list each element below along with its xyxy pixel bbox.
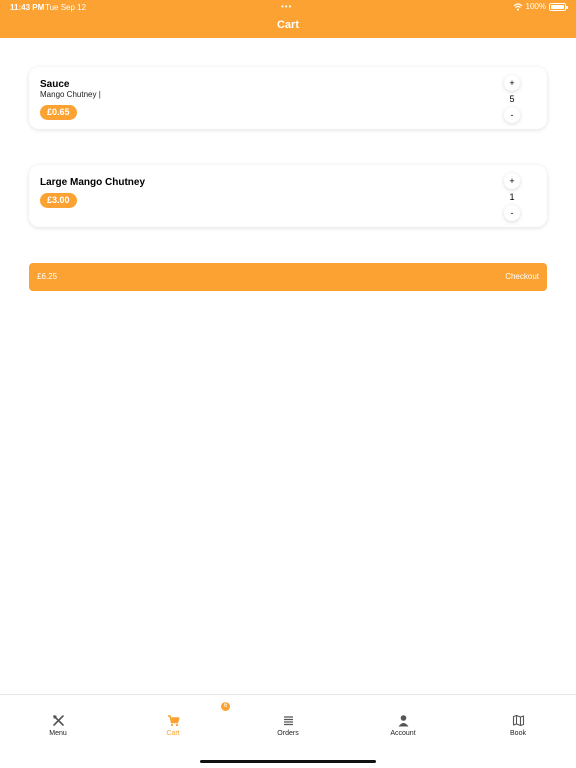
quantity-stepper: + 1 - <box>502 173 522 221</box>
cart-item-card: Large Mango Chutney £3.00 + 1 - <box>29 165 547 227</box>
cart-item-price: £0.65 <box>40 105 77 120</box>
tab-cart[interactable]: Cart <box>143 714 203 737</box>
tab-orders[interactable]: Orders <box>258 714 318 737</box>
tab-label: Cart <box>166 730 180 737</box>
top-header: 11:43 PM Tue Sep 12 ••• 100% Cart <box>0 0 576 38</box>
checkout-label: Checkout <box>505 272 539 281</box>
multitasking-dots[interactable]: ••• <box>281 2 292 11</box>
list-icon <box>283 716 293 726</box>
checkout-button[interactable]: £6.25 Checkout <box>29 263 547 291</box>
utensils-icon <box>52 715 64 726</box>
cart-item-name: Large Mango Chutney <box>40 177 146 188</box>
status-indicators: 100% <box>513 2 568 11</box>
decrease-quantity-button[interactable]: - <box>504 107 520 123</box>
home-indicator <box>200 760 376 763</box>
increase-quantity-button[interactable]: + <box>504 173 520 189</box>
cart-item-description: Mango Chutney | <box>40 90 101 99</box>
cart-total: £6.25 <box>37 272 58 281</box>
status-time: 11:43 PM <box>10 3 45 12</box>
tab-bar: Menu Cart 6 Orders Account Book <box>0 694 576 768</box>
wifi-icon <box>513 2 522 11</box>
tab-menu[interactable]: Menu <box>28 714 88 737</box>
battery-percent: 100% <box>525 2 546 11</box>
increase-quantity-button[interactable]: + <box>504 75 520 91</box>
cart-icon <box>167 715 179 727</box>
cart-item-price: £3.00 <box>40 193 77 208</box>
cart-count-badge: 6 <box>221 702 230 711</box>
status-date: Tue Sep 12 <box>45 3 87 12</box>
decrease-quantity-button[interactable]: - <box>504 205 520 221</box>
tab-label: Book <box>510 730 526 737</box>
map-icon <box>512 714 524 727</box>
tab-label: Account <box>390 730 416 737</box>
page-title: Cart <box>276 19 299 31</box>
battery-icon <box>549 2 568 11</box>
quantity-value: 1 <box>509 192 515 202</box>
cart-item-name: Sauce <box>40 79 70 90</box>
tab-book[interactable]: Book <box>488 714 548 737</box>
person-icon <box>398 715 408 727</box>
quantity-value: 5 <box>509 94 515 104</box>
tab-account[interactable]: Account <box>373 714 433 737</box>
tab-label: Orders <box>277 730 299 737</box>
tab-label: Menu <box>49 730 67 737</box>
cart-item-card: Sauce Mango Chutney | £0.65 + 5 - <box>29 67 547 129</box>
quantity-stepper: + 5 - <box>502 75 522 123</box>
